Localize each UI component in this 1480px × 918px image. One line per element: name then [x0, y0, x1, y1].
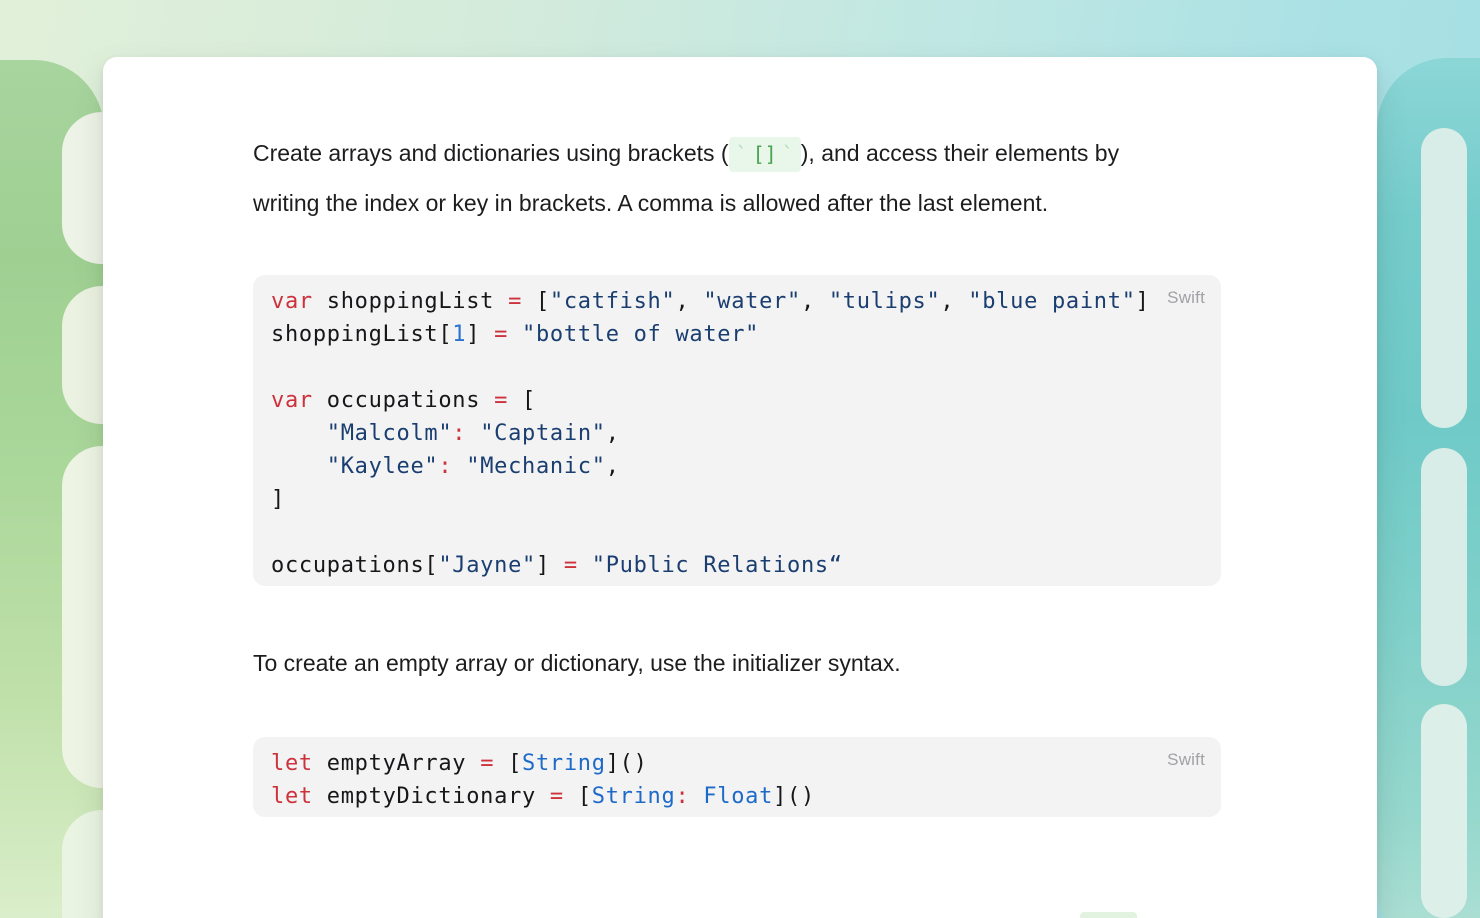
documentation-card: Create arrays and dictionaries using bra…: [103, 57, 1377, 918]
code-line: shoppingList[1] = "bottle of water": [271, 318, 1203, 351]
paragraph-text: Create arrays and dictionaries using bra…: [253, 140, 729, 166]
code-line: var shoppingList = ["catfish", "water", …: [271, 285, 1203, 318]
code-line: let emptyArray = [String](): [271, 747, 1203, 780]
documentation-content: Create arrays and dictionaries using bra…: [103, 57, 1377, 817]
backtick: `: [782, 142, 794, 166]
code-listing: var shoppingList = ["catfish", "water", …: [271, 285, 1203, 582]
code-line: "Kaylee": "Mechanic",: [271, 450, 1203, 483]
code-line: ]: [271, 483, 1203, 516]
page-background: Create arrays and dictionaries using bra…: [0, 0, 1480, 918]
inline-code-brackets: `[]`: [729, 137, 801, 172]
backtick: `: [736, 142, 748, 166]
inline-code-text: []: [753, 142, 777, 166]
code-block-empty-initializers: Swift let emptyArray = [String]()let emp…: [253, 737, 1221, 817]
code-line: [271, 351, 1203, 384]
code-line: "Malcolm": "Captain",: [271, 417, 1203, 450]
paragraph-initializer-syntax: To create an empty array or dictionary, …: [253, 639, 1173, 688]
code-block-arrays-dictionaries: Swift var shoppingList = ["catfish", "wa…: [253, 275, 1221, 586]
language-label: Swift: [1167, 750, 1205, 770]
paragraph-arrays-dictionaries: Create arrays and dictionaries using bra…: [253, 129, 1173, 228]
code-line: occupations["Jayne"] = "Public Relations…: [271, 549, 1203, 582]
code-line: let emptyDictionary = [String: Float](): [271, 780, 1203, 813]
background-tile: [1421, 448, 1467, 686]
cutoff-inline-code-highlight: [1080, 912, 1137, 918]
language-label: Swift: [1167, 288, 1205, 308]
background-tile: [1421, 704, 1467, 918]
background-tile: [1421, 128, 1467, 428]
code-listing: let emptyArray = [String]()let emptyDict…: [271, 747, 1203, 813]
code-line: [271, 516, 1203, 549]
code-line: var occupations = [: [271, 384, 1203, 417]
